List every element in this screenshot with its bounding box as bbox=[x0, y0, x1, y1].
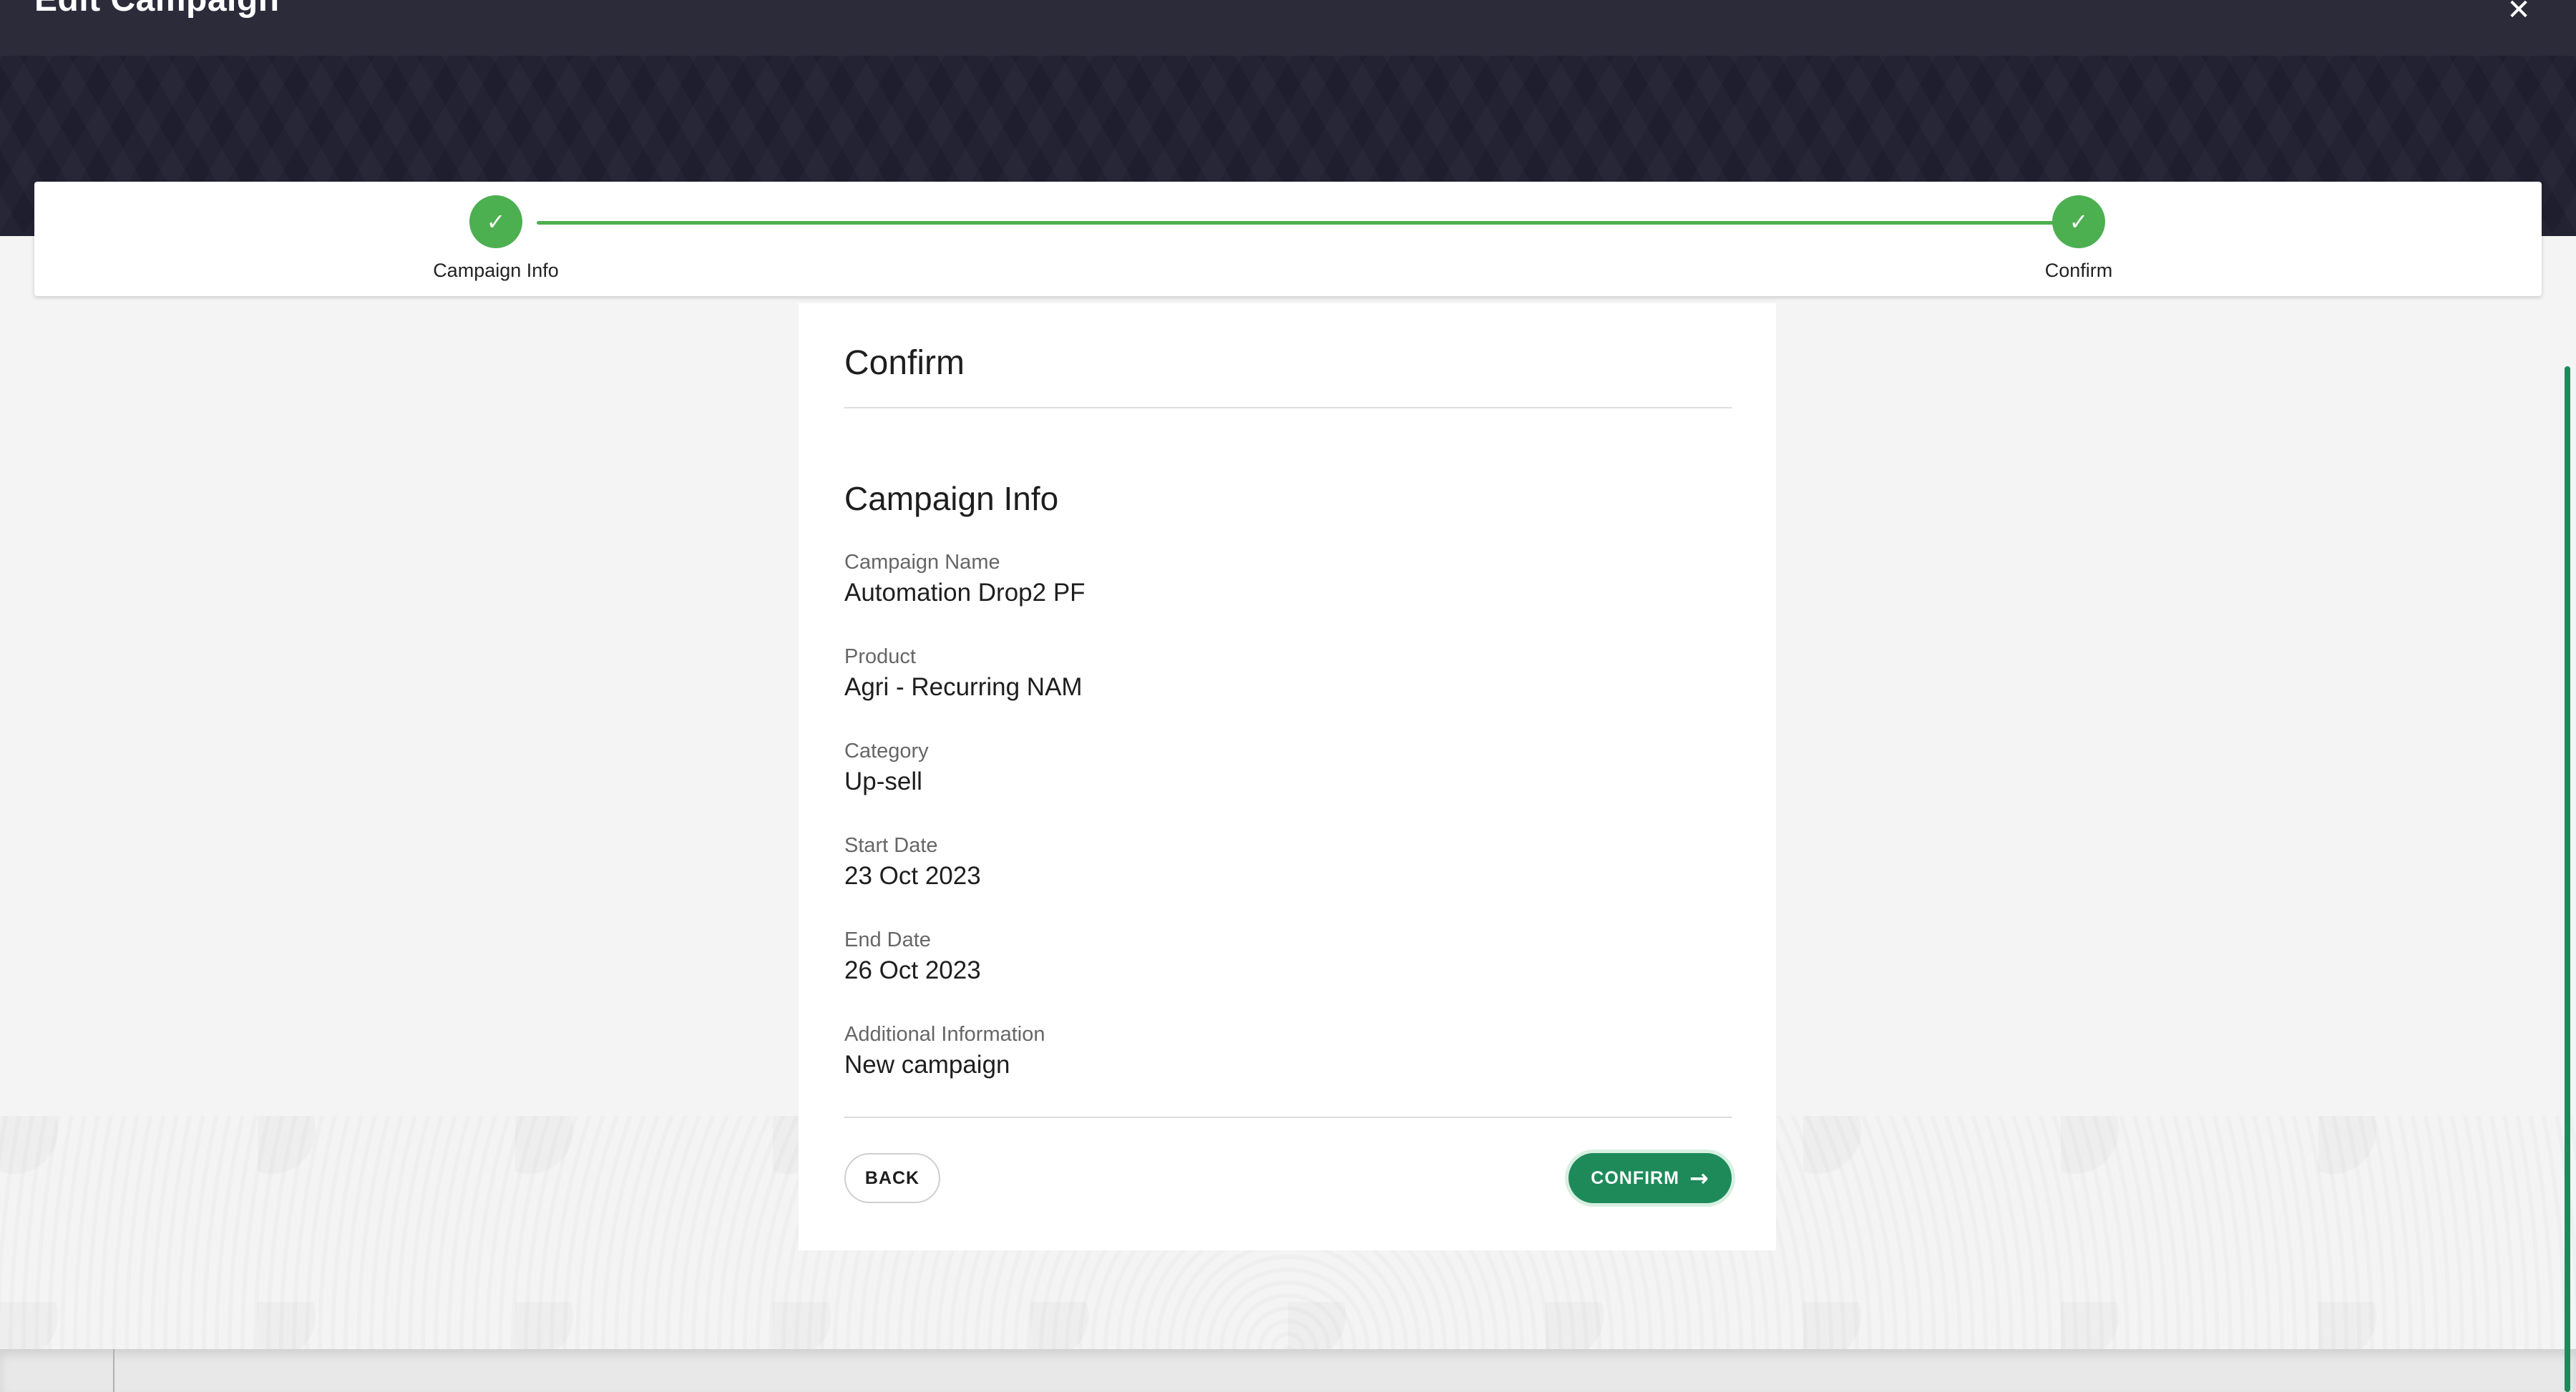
check-icon: ✓ bbox=[2052, 195, 2105, 248]
field-value: 26 Oct 2023 bbox=[844, 956, 981, 984]
page-title: Edit Campaign bbox=[34, 0, 280, 17]
field-value: 23 Oct 2023 bbox=[844, 862, 981, 890]
field-campaign-name: Campaign Name Automation Drop2 PF bbox=[844, 548, 1732, 609]
divider bbox=[844, 407, 1732, 408]
field-product: Product Agri - Recurring NAM bbox=[844, 642, 1732, 704]
divider bbox=[844, 1117, 1732, 1118]
field-label: Product bbox=[844, 645, 916, 668]
field-value: Agri - Recurring NAM bbox=[844, 673, 1083, 701]
field-additional-information: Additional Information New campaign bbox=[844, 1020, 1732, 1082]
underlying-page-strip bbox=[0, 1349, 2576, 1392]
confirm-button[interactable]: CONFIRM → bbox=[1568, 1153, 1732, 1203]
field-value: Up-sell bbox=[844, 768, 922, 795]
step-label: Campaign Info bbox=[433, 260, 559, 281]
back-button[interactable]: BACK bbox=[844, 1153, 940, 1203]
field-value: New campaign bbox=[844, 1051, 1010, 1079]
card-title: Confirm bbox=[844, 344, 965, 382]
field-value: Automation Drop2 PF bbox=[844, 579, 1085, 607]
step-campaign-info[interactable]: ✓ Campaign Info bbox=[389, 195, 603, 282]
field-label: Category bbox=[844, 740, 929, 763]
step-confirm[interactable]: ✓ Confirm bbox=[1971, 195, 2186, 282]
stepper-progress-line bbox=[537, 221, 2067, 225]
section-title: Campaign Info bbox=[844, 480, 1059, 517]
field-start-date: Start Date 23 Oct 2023 bbox=[844, 831, 1732, 893]
close-icon[interactable]: ✕ bbox=[2503, 0, 2534, 26]
field-category: Category Up-sell bbox=[844, 737, 1732, 798]
progress-stepper: ✓ Campaign Info ✓ Confirm bbox=[34, 182, 2542, 296]
field-label: End Date bbox=[844, 928, 931, 951]
field-end-date: End Date 26 Oct 2023 bbox=[844, 926, 1732, 987]
step-label: Confirm bbox=[2044, 260, 2113, 281]
confirm-button-label: CONFIRM bbox=[1591, 1167, 1679, 1188]
modal-header: Edit Campaign ✕ bbox=[0, 0, 2576, 56]
check-icon: ✓ bbox=[469, 195, 522, 248]
edit-campaign-page: Edit Campaign ✕ ✓ Campaign Info ✓ Confir… bbox=[0, 0, 2576, 1392]
divider bbox=[113, 1349, 114, 1392]
field-label: Start Date bbox=[844, 834, 938, 857]
field-label: Additional Information bbox=[844, 1023, 1045, 1046]
field-label: Campaign Name bbox=[844, 551, 1000, 574]
confirm-card: Confirm Campaign Info Campaign Name Auto… bbox=[799, 303, 1776, 1250]
scrollbar[interactable] bbox=[2565, 366, 2570, 1392]
arrow-right-icon: → bbox=[1689, 1165, 1709, 1192]
